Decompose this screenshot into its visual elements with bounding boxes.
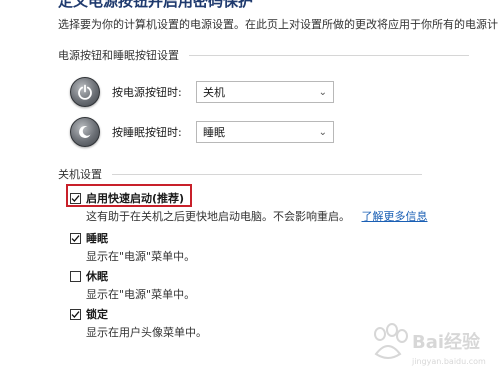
- lock-checkbox[interactable]: [70, 308, 81, 320]
- power-button-row: 按电源按钮时: 关机 ⌄: [70, 75, 334, 109]
- section-title-shutdown: 关机设置: [58, 168, 102, 181]
- power-button-action-select[interactable]: 关机 ⌄: [196, 81, 334, 103]
- fast-startup-checkbox[interactable]: [70, 192, 81, 204]
- fast-startup-description: 这有助于在关机之后更快地启动电脑。不会影响重启。 了解更多信息: [86, 208, 428, 224]
- lock-checkbox-row[interactable]: 锁定: [70, 306, 207, 322]
- section-title-power-buttons: 电源按钮和睡眠按钮设置: [58, 49, 179, 62]
- option-hibernate: 休眠 显示在"电源"菜单中。: [70, 268, 195, 302]
- baidu-jingyan-watermark: Bai 经验 jingyan.baidu.com: [366, 320, 496, 370]
- learn-more-link[interactable]: 了解更多信息: [362, 210, 428, 223]
- page-title: 定义电源按钮并启用密码保护: [58, 0, 254, 10]
- sleep-checkbox[interactable]: [70, 232, 81, 244]
- chevron-down-icon: ⌄: [318, 86, 327, 98]
- power-options-window: 定义电源按钮并启用密码保护 选择要为你的计算机设置的电源设置。在此页上对设置所做…: [0, 0, 500, 374]
- hibernate-checkbox-row[interactable]: 休眠: [70, 268, 195, 284]
- fast-startup-checkbox-row[interactable]: 启用快速启动(推荐): [70, 190, 428, 206]
- svg-text:jingyan.baidu.com: jingyan.baidu.com: [411, 357, 486, 366]
- lock-description: 显示在用户头像菜单中。: [86, 326, 207, 339]
- sleep-button-action-select[interactable]: 睡眠 ⌄: [196, 121, 334, 143]
- hibernate-checkbox[interactable]: [70, 270, 81, 282]
- sleep-checkbox-row[interactable]: 睡眠: [70, 230, 195, 246]
- sleep-description: 显示在"电源"菜单中。: [86, 250, 196, 263]
- sleep-button-icon: [70, 117, 100, 147]
- power-button-icon: [70, 77, 100, 107]
- lock-label: 锁定: [86, 308, 108, 321]
- svg-text:经验: 经验: [444, 331, 481, 353]
- sleep-button-row: 按睡眠按钮时: 睡眠 ⌄: [70, 115, 334, 149]
- section-shutdown-settings: 关机设置: [58, 166, 422, 182]
- option-fast-startup: 启用快速启动(推荐) 这有助于在关机之后更快地启动电脑。不会影响重启。 了解更多…: [70, 190, 428, 224]
- page-description: 选择要为你的计算机设置的电源设置。在此页上对设置所做的更改将应用于你所有的电源计: [58, 18, 498, 31]
- svg-text:Bai: Bai: [412, 332, 444, 353]
- section-divider: [189, 54, 469, 56]
- fast-startup-label: 启用快速启动(推荐): [86, 192, 185, 205]
- sleep-button-action-value: 睡眠: [203, 126, 225, 139]
- fast-startup-desc-text: 这有助于在关机之后更快地启动电脑。不会影响重启。: [86, 210, 350, 223]
- sleep-label: 睡眠: [86, 232, 108, 245]
- sleep-button-label: 按睡眠按钮时:: [112, 126, 182, 139]
- power-button-label: 按电源按钮时:: [112, 86, 182, 99]
- option-sleep: 睡眠 显示在"电源"菜单中。: [70, 230, 195, 264]
- hibernate-description: 显示在"电源"菜单中。: [86, 288, 196, 301]
- section-power-buttons: 电源按钮和睡眠按钮设置: [58, 47, 469, 63]
- chevron-down-icon: ⌄: [318, 126, 327, 138]
- option-lock: 锁定 显示在用户头像菜单中。: [70, 306, 207, 340]
- section-divider: [112, 173, 422, 175]
- power-button-action-value: 关机: [203, 86, 225, 99]
- hibernate-label: 休眠: [86, 270, 108, 283]
